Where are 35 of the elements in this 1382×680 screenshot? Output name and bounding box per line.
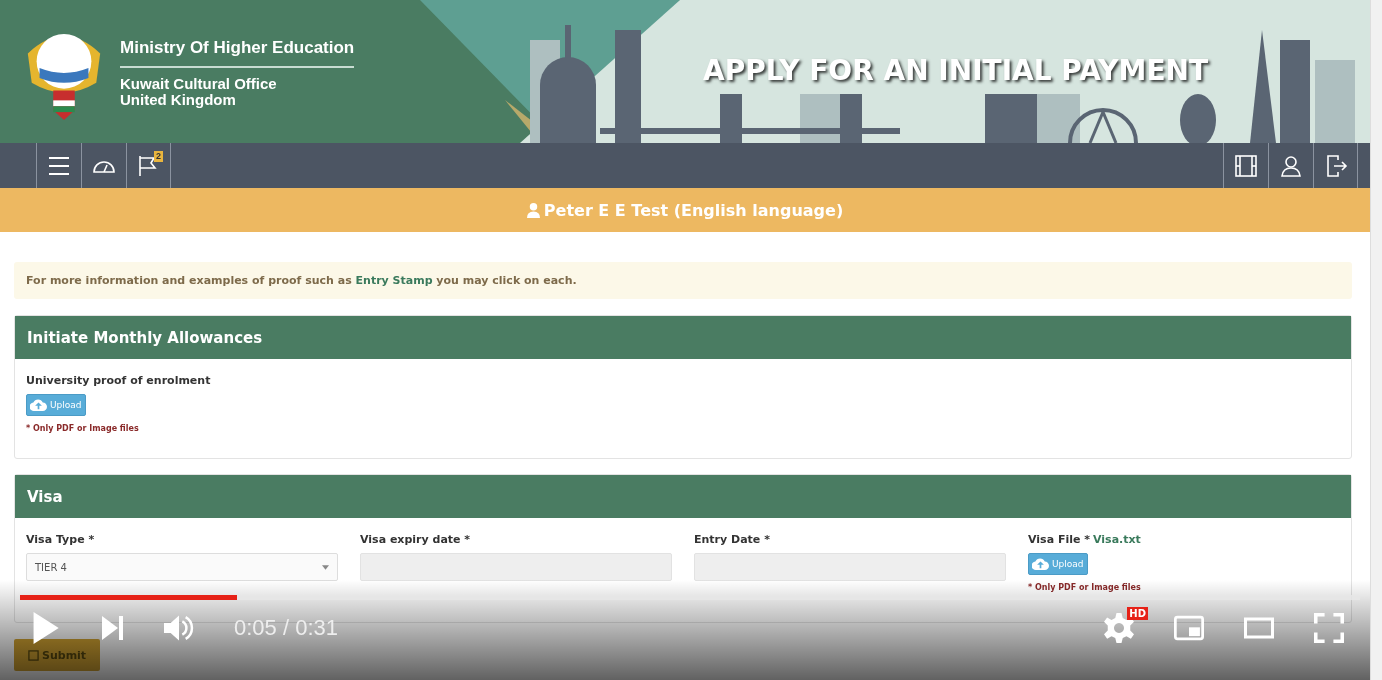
upload-button[interactable]: Upload <box>26 394 86 416</box>
visa-type-dropdown[interactable]: TIER 4 <box>26 553 338 581</box>
user-icon <box>526 202 540 218</box>
fullscreen-button[interactable] <box>1314 612 1344 644</box>
page-title: APPLY FOR AN INITIAL PAYMENT <box>703 54 1209 87</box>
cloud-upload-icon <box>30 399 47 411</box>
caret-icon <box>322 564 329 570</box>
film-icon <box>1234 153 1258 178</box>
date-field[interactable] <box>360 553 672 581</box>
file-type-note: * Only PDF or Image files <box>26 424 140 433</box>
info-text: For more information and examples of proof such as Entry Stamp you may click on each. <box>26 274 577 287</box>
upload-button[interactable]: Upload <box>1028 553 1088 575</box>
notification-count: 2 <box>154 151 163 162</box>
panel-title: Visa <box>15 475 1351 518</box>
field-label: Visa expiry date * <box>360 533 472 546</box>
field-label: Visa File * <box>1028 533 1090 546</box>
save-icon <box>28 649 39 661</box>
office-name: United Kingdom <box>120 92 237 108</box>
panel-title: Initiate Monthly Allowances <box>15 316 1351 359</box>
field-label: Entry Date * <box>694 533 771 546</box>
ministry-title: Ministry Of Higher Education <box>120 38 355 68</box>
field-label: Visa Type * <box>26 533 96 546</box>
quality-badge: HD <box>1127 607 1148 620</box>
cloud-upload-icon <box>1032 558 1049 570</box>
field-label: University proof of enrolment <box>26 374 212 387</box>
file-type-note: * Only PDF or Image files <box>1028 583 1142 592</box>
file-link[interactable]: Visa.txt <box>1093 533 1141 546</box>
scrollbar[interactable] <box>1370 0 1382 680</box>
video-time: 0:05 / 0:31 <box>234 615 338 641</box>
date-field[interactable] <box>694 553 1006 581</box>
user-icon <box>1279 153 1303 178</box>
user-name: Peter E E Test (English language) <box>543 200 844 220</box>
next-button[interactable] <box>100 615 124 641</box>
entry-stamp-link[interactable]: Entry Stamp <box>355 274 433 287</box>
office-name: Kuwait Cultural Office <box>120 76 278 92</box>
